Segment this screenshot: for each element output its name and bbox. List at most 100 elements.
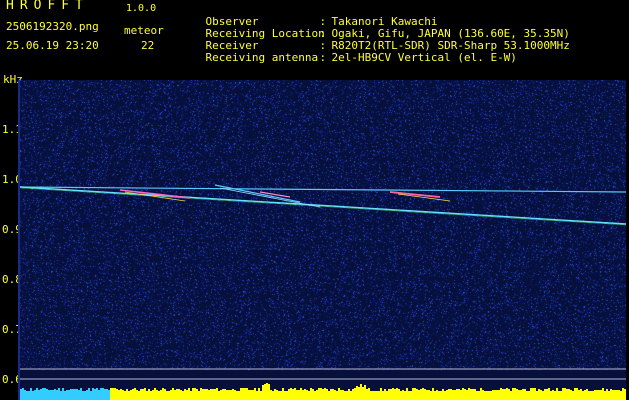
level-bar-segment — [144, 388, 146, 400]
level-bar-segment — [202, 389, 204, 400]
level-bar-segment — [532, 388, 534, 400]
level-bar-segment — [138, 391, 140, 400]
level-bar-segment — [298, 390, 300, 400]
level-bar-segment — [326, 389, 328, 400]
level-bar-segment — [402, 390, 404, 400]
level-bar-segment — [66, 390, 68, 400]
level-bar-segment — [516, 389, 518, 400]
level-bar-segment — [158, 391, 160, 400]
level-bar-segment — [334, 390, 336, 400]
level-bar-segment — [244, 388, 246, 400]
level-bar-segment — [542, 391, 544, 400]
level-bar-segment — [232, 389, 234, 400]
level-bar-segment — [288, 389, 290, 400]
level-bar-segment — [320, 388, 322, 400]
level-bar-segment — [366, 389, 368, 400]
level-bar-segment — [216, 388, 218, 400]
level-bar-segment — [134, 388, 136, 400]
level-bar-segment — [432, 388, 434, 400]
level-bar-segment — [502, 389, 504, 400]
level-bar-segment — [192, 388, 194, 400]
level-bar-segment — [450, 389, 452, 400]
level-bar-segment — [132, 389, 134, 400]
level-bar-segment — [328, 391, 330, 400]
level-bar-segment — [446, 390, 448, 400]
level-bar-segment — [618, 390, 620, 400]
level-bar-segment — [552, 390, 554, 400]
level-bar-segment — [124, 391, 126, 400]
level-bar-segment — [90, 391, 92, 400]
level-bar-segment — [92, 388, 94, 400]
level-bar-segment — [578, 390, 580, 400]
level-bar-segment — [182, 391, 184, 400]
level-bar-segment — [426, 390, 428, 400]
level-bar-segment — [36, 388, 38, 400]
level-bar-segment — [580, 389, 582, 400]
level-bar-segment — [268, 384, 270, 400]
level-bar-segment — [520, 390, 522, 400]
level-bar-segment — [544, 389, 546, 400]
level-bar-segment — [528, 391, 530, 400]
meteor-count: 22 — [141, 39, 155, 52]
level-bar-segment — [378, 391, 380, 400]
level-bar-segment — [140, 389, 142, 400]
level-bar-segment — [172, 388, 174, 400]
level-bar-segment — [48, 390, 50, 400]
level-bar-segment — [316, 390, 318, 400]
level-bar-segment — [276, 390, 278, 400]
level-bar-segment — [40, 389, 42, 400]
level-bar-segment — [210, 389, 212, 400]
level-bar-segment — [178, 389, 180, 400]
level-bar-segment — [574, 388, 576, 400]
level-bar-segment — [474, 389, 476, 400]
carrier-trace-lower-edge — [20, 187, 626, 226]
level-bar-segment — [304, 389, 306, 400]
level-bar-segment — [148, 389, 150, 400]
level-bar-segment — [590, 391, 592, 400]
level-bar-segment — [506, 388, 508, 400]
level-bar-segment — [196, 389, 198, 400]
level-bar-segment — [218, 391, 220, 400]
level-bar-segment — [264, 384, 266, 400]
level-bar-segment — [250, 390, 252, 400]
level-bar-segment — [434, 391, 436, 400]
level-bar-segment — [338, 388, 340, 400]
spectrogram-overlay — [20, 184, 626, 400]
level-bar-segment — [96, 388, 98, 400]
carrier-trace-upper — [20, 186, 626, 193]
level-bar-segment — [208, 390, 210, 400]
level-bar-segment — [398, 389, 400, 400]
level-bar-segment — [488, 391, 490, 400]
level-bar-segment — [240, 388, 242, 400]
level-bar-segment — [118, 390, 120, 400]
level-bar-segment — [458, 389, 460, 400]
level-bar-segment — [610, 389, 612, 400]
level-bar-segment — [194, 388, 196, 400]
level-bar-segment — [518, 390, 520, 400]
level-bar-segment — [296, 390, 298, 400]
level-bar-segment — [22, 388, 24, 400]
level-bar-segment — [278, 391, 280, 400]
level-bar-segment — [128, 391, 130, 400]
level-bar-segment — [312, 389, 314, 400]
level-bar-segment — [242, 388, 244, 400]
level-bar-segment — [454, 390, 456, 400]
app-title: HROFFT — [6, 0, 89, 13]
level-bar-segment — [354, 388, 356, 400]
level-bar-segment — [560, 391, 562, 400]
level-bar-segment — [508, 389, 510, 400]
level-bar-segment — [294, 388, 296, 400]
level-bar-segment — [470, 389, 472, 400]
level-bar-segment — [318, 388, 320, 400]
level-bar-segment — [180, 390, 182, 400]
level-bar-segment — [308, 391, 310, 400]
level-bar-segment — [280, 391, 282, 400]
file-name: 2506192320.png — [6, 20, 99, 33]
level-bar-segment — [440, 391, 442, 400]
level-bar-segment — [68, 390, 70, 400]
level-bar-segment — [88, 388, 90, 400]
level-bar-segment — [612, 390, 614, 400]
level-bar-segment — [254, 388, 256, 400]
level-bar-segment — [374, 391, 376, 400]
level-bar-segment — [482, 390, 484, 400]
